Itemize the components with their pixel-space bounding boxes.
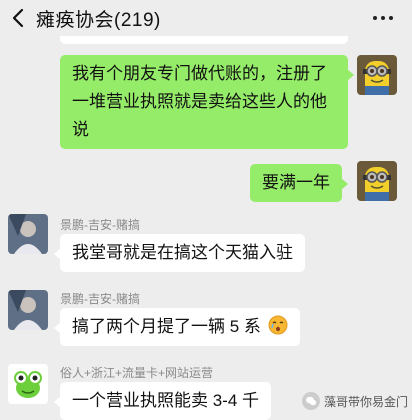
sender-name: 俗人+浙江+流量卡+网站运营 <box>60 366 214 380</box>
message-text: 我有个朋友专门做代账的，注册了一堆营业执照就是卖给这些人的他说 <box>72 64 327 139</box>
chat-header: 瘫痪协会(219) <box>0 0 412 36</box>
message-bubble-other[interactable]: 一个营业执照能卖 3-4 千 <box>53 382 272 420</box>
sender-name: 景鹏-吉安-赌搞 <box>60 218 140 232</box>
message-text: 我堂哥就是在搞这个天猫入驻 <box>72 243 293 262</box>
chat-title: 瘫痪协会(219) <box>36 9 161 31</box>
message-text: 要满一年 <box>262 173 330 192</box>
message-bubble-other[interactable]: 搞了两个月提了一辆 5 系 <box>54 308 300 346</box>
avatar-self[interactable] <box>357 161 397 201</box>
more-dots-icon <box>373 16 393 20</box>
crying-face-icon <box>268 315 288 335</box>
sender-name: 景鹏-吉安-赌搞 <box>60 292 140 306</box>
avatar-other[interactable] <box>8 364 48 404</box>
wechat-logo-icon <box>301 392 320 410</box>
message-bubble-other[interactable]: 我堂哥就是在搞这个天猫入驻 <box>54 234 305 272</box>
chevron-left-icon <box>12 8 24 28</box>
minion-avatar-icon <box>357 161 397 201</box>
avatar-other[interactable] <box>8 290 48 330</box>
person-avatar-icon <box>8 214 48 254</box>
back-button[interactable] <box>0 0 36 36</box>
previous-message-fragment <box>60 36 348 44</box>
watermark: 藻哥带你易金门 <box>301 392 408 410</box>
avatar-other[interactable] <box>8 214 48 254</box>
chat-area: 我有个朋友专门做代账的，注册了一堆营业执照就是卖给这些人的他说 要满一年 景鹏-… <box>0 36 412 420</box>
message-bubble-self[interactable]: 要满一年 <box>250 164 348 202</box>
watermark-text: 藻哥带你易金门 <box>323 394 408 409</box>
frog-avatar-icon <box>8 364 48 404</box>
avatar-self[interactable] <box>357 55 397 95</box>
message-bubble-self[interactable]: 我有个朋友专门做代账的，注册了一堆营业执照就是卖给这些人的他说 <box>60 55 354 149</box>
message-text: 搞了两个月提了一辆 5 系 <box>72 317 261 336</box>
more-options-button[interactable] <box>368 6 398 30</box>
message-text: 一个营业执照能卖 3-4 千 <box>72 391 260 410</box>
person-avatar-icon <box>8 290 48 330</box>
minion-avatar-icon <box>357 55 397 95</box>
